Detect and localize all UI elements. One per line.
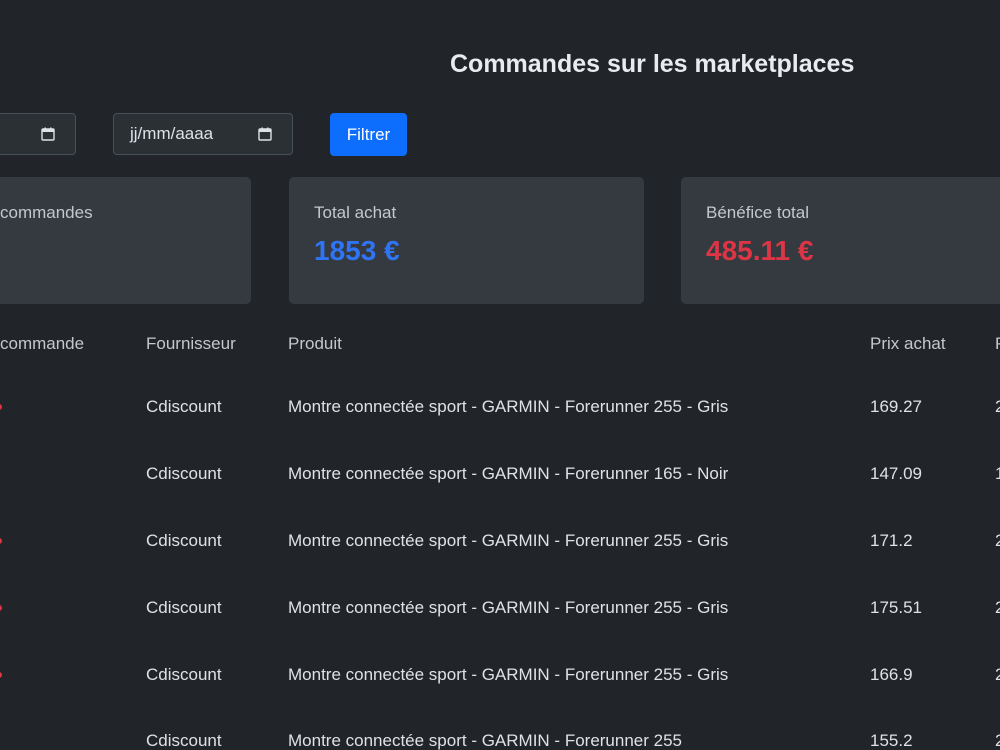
cell-next: 2 bbox=[995, 598, 1000, 617]
cell-next: 2 bbox=[995, 397, 1000, 416]
summary-card-orders: commandes € bbox=[0, 177, 251, 304]
cell-produit: Montre connectée sport - GARMIN - Foreru… bbox=[288, 397, 729, 416]
calendar-icon[interactable] bbox=[41, 127, 55, 141]
date-start-input[interactable]: a bbox=[0, 113, 76, 155]
column-header-fournisseur[interactable]: Fournisseur bbox=[146, 334, 236, 354]
date-end-value: jj/mm/aaaa bbox=[130, 124, 214, 143]
calendar-icon[interactable] bbox=[258, 127, 272, 141]
summary-card-value: 485.11 € bbox=[706, 235, 814, 266]
status-indicator bbox=[0, 672, 2, 678]
summary-card-label: Total achat bbox=[314, 203, 397, 222]
cell-produit: Montre connectée sport - GARMIN - Foreru… bbox=[288, 598, 729, 617]
cell-next: 1 bbox=[995, 464, 1000, 483]
column-header-prix-achat[interactable]: Prix achat bbox=[870, 334, 946, 354]
summary-card-label: commandes bbox=[0, 203, 93, 222]
summary-card-value: 1853 € bbox=[314, 235, 400, 266]
status-indicator bbox=[0, 538, 2, 544]
cell-prix-achat: 166.9 bbox=[870, 665, 913, 684]
cell-fournisseur: Cdiscount bbox=[146, 531, 222, 550]
cell-fournisseur: Cdiscount bbox=[146, 397, 222, 416]
cell-next: 2 bbox=[995, 731, 1000, 750]
page-title: Commandes sur les marketplaces bbox=[450, 50, 855, 78]
cell-prix-achat: 169.27 bbox=[870, 397, 922, 416]
date-end-input[interactable]: jj/mm/aaaa bbox=[113, 113, 293, 155]
summary-card-total-profit: Bénéfice total 485.11 € bbox=[681, 177, 1000, 304]
cell-prix-achat: 175.51 bbox=[870, 598, 922, 617]
column-header-next[interactable]: P bbox=[995, 334, 1000, 354]
cell-fournisseur: Cdiscount bbox=[146, 665, 222, 684]
filter-button[interactable]: Filtrer bbox=[330, 113, 407, 156]
summary-card-label: Bénéfice total bbox=[706, 203, 810, 222]
cell-next: 2 bbox=[995, 531, 1000, 550]
cell-fournisseur: Cdiscount bbox=[146, 598, 222, 617]
cell-prix-achat: 171.2 bbox=[870, 531, 913, 550]
summary-card-total-purchase: Total achat 1853 € bbox=[289, 177, 644, 304]
cell-produit: Montre connectée sport - GARMIN - Foreru… bbox=[288, 464, 729, 483]
cell-fournisseur: Cdiscount bbox=[146, 731, 222, 750]
marketplace-orders-page: Commandes sur les marketplaces a jj/mm/a… bbox=[0, 0, 1000, 750]
cell-produit: Montre connectée sport - GARMIN - Foreru… bbox=[288, 731, 682, 750]
cell-fournisseur: Cdiscount bbox=[146, 464, 222, 483]
cell-produit: Montre connectée sport - GARMIN - Foreru… bbox=[288, 665, 729, 684]
column-header-commande[interactable]: commande bbox=[0, 334, 84, 354]
cell-prix-achat: 155.2 bbox=[870, 731, 913, 750]
status-indicator bbox=[0, 404, 2, 410]
cell-prix-achat: 147.09 bbox=[870, 464, 922, 483]
cell-next: 2 bbox=[995, 665, 1000, 684]
cell-produit: Montre connectée sport - GARMIN - Foreru… bbox=[288, 531, 729, 550]
status-indicator bbox=[0, 605, 2, 611]
column-header-produit[interactable]: Produit bbox=[288, 334, 342, 354]
